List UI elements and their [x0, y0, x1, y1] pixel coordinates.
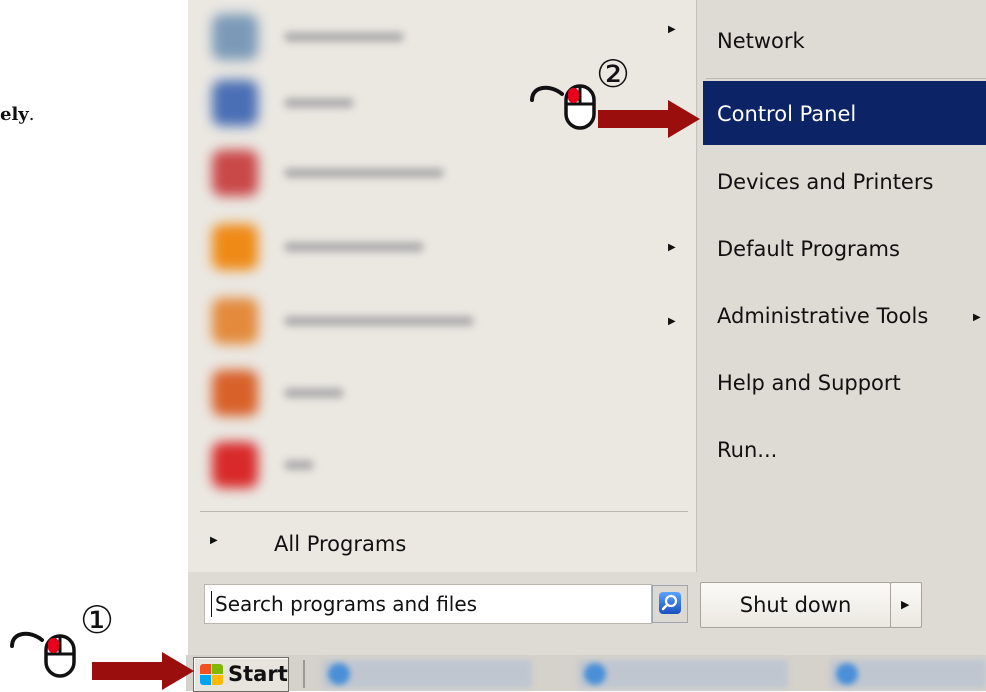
right-pane-divider: [706, 78, 986, 79]
program-label-blurred: [284, 32, 404, 42]
pane-separator: [696, 0, 697, 572]
program-item[interactable]: ▶: [188, 212, 696, 282]
all-programs-label: All Programs: [274, 532, 407, 556]
step-1-arrow: [92, 652, 194, 690]
right-menu-item[interactable]: Help and Support: [703, 351, 986, 415]
submenu-arrow-icon: ▶: [668, 316, 676, 327]
right-menu-item-label: Help and Support: [717, 371, 901, 395]
vlc-icon: [212, 224, 258, 270]
adobe-icon: [212, 442, 258, 488]
program-label-blurred: [284, 242, 424, 252]
program-icon: [212, 14, 258, 60]
right-menu-item[interactable]: Default Programs: [703, 217, 986, 281]
search-icon: [659, 592, 681, 614]
program-item[interactable]: [188, 358, 696, 428]
shut-down-label: Shut down: [739, 593, 852, 617]
start-button[interactable]: Start: [193, 657, 289, 692]
text-cursor: [211, 591, 212, 617]
taskbar-button[interactable]: [322, 660, 532, 688]
search-button[interactable]: [652, 585, 688, 623]
app-icon: [836, 663, 858, 685]
document-fragment-word: ely: [0, 104, 29, 125]
submenu-arrow-icon: ▶: [668, 24, 676, 35]
right-menu-item-label: Devices and Printers: [717, 170, 934, 194]
messenger-icon: [212, 150, 258, 196]
step-2-marker: ②: [596, 52, 631, 96]
program-label-blurred: [284, 460, 314, 470]
right-menu-item[interactable]: Devices and Printers: [703, 150, 986, 214]
right-menu-item[interactable]: Administrative Tools ▶: [703, 284, 986, 348]
mouse-click-icon: [530, 84, 596, 130]
program-item[interactable]: ▶: [188, 286, 696, 356]
right-menu-item[interactable]: Control Panel: [703, 81, 986, 145]
program-item[interactable]: [188, 430, 696, 500]
search-placeholder: Search programs and files: [215, 592, 478, 616]
firefox-icon: [212, 370, 258, 416]
submenu-arrow-icon: ▶: [668, 242, 676, 253]
mouse-click-icon: [10, 631, 76, 678]
programs-divider: [200, 511, 688, 512]
app-icon: [584, 663, 606, 685]
taskbar-button[interactable]: [830, 660, 986, 688]
expand-arrow-icon: ▶: [210, 535, 218, 546]
program-label-blurred: [284, 316, 474, 326]
chevron-right-icon: ▶: [901, 598, 910, 611]
step-2-arrow: [598, 100, 700, 138]
right-menu-item[interactable]: Run...: [703, 418, 986, 482]
search-input[interactable]: Search programs and files: [204, 584, 652, 624]
program-label-blurred: [284, 168, 444, 178]
start-label: Start: [228, 662, 288, 686]
document-text-fragment: ely.: [0, 104, 34, 125]
all-programs-item[interactable]: ▶ All Programs: [188, 528, 696, 562]
document-fragment-punctuation: .: [28, 104, 35, 125]
program-label-blurred: [284, 98, 354, 108]
program-icon: [212, 80, 258, 126]
program-item[interactable]: [188, 138, 696, 208]
taskbar-button[interactable]: [578, 660, 788, 688]
shut-down-options-button[interactable]: ▶: [890, 582, 922, 628]
right-menu-item[interactable]: Network: [703, 12, 986, 76]
step-1-marker: ①: [80, 598, 115, 642]
right-menu-item-label: Administrative Tools: [717, 304, 929, 328]
windows-logo-icon: [200, 664, 224, 686]
taskbar-separator: [303, 660, 305, 688]
shut-down-button[interactable]: Shut down: [700, 582, 891, 628]
right-menu-item-label: Control Panel: [717, 102, 857, 126]
app-icon: [328, 663, 350, 685]
media-player-icon: [212, 298, 258, 344]
right-menu-item-label: Default Programs: [717, 237, 900, 261]
right-menu-item-label: Network: [717, 29, 805, 53]
submenu-arrow-icon: ▶: [973, 312, 981, 323]
right-menu-item-label: Run...: [717, 438, 778, 462]
program-label-blurred: [284, 388, 344, 398]
